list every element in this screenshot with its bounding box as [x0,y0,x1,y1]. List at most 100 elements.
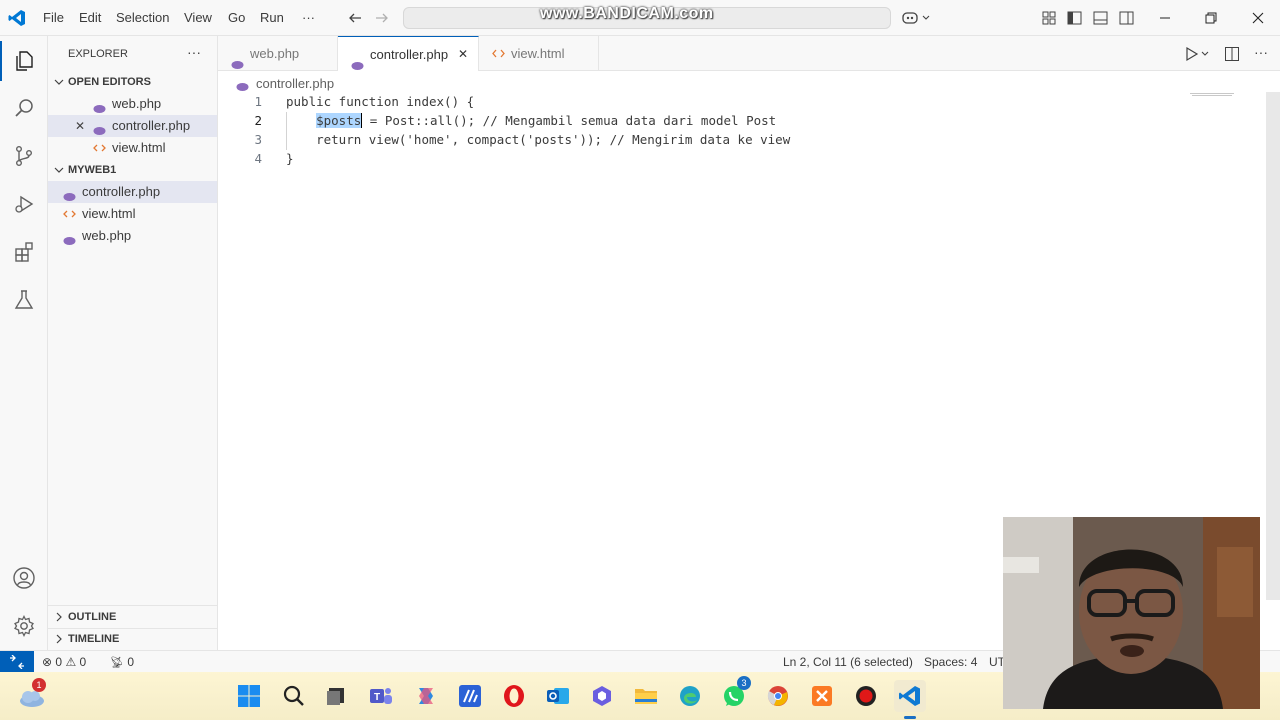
open-editor-view-html[interactable]: view.html [48,137,217,159]
outlook-app[interactable] [542,680,574,712]
testing-icon[interactable] [0,280,48,320]
menu-more[interactable]: ··· [302,0,315,36]
tab-controller-php[interactable]: controller.php ✕ [338,36,479,71]
back-arrow-icon[interactable] [347,10,363,29]
m365-icon [593,686,611,706]
outline-section[interactable]: OUTLINE [48,606,217,628]
explorer-icon[interactable] [0,41,48,81]
search-icon [283,685,304,706]
chrome-app[interactable] [762,680,794,712]
start-button[interactable] [233,680,265,712]
file-web-php[interactable]: web.php [48,225,217,247]
code-line: $posts = Post::all(); // Mengambil semua… [316,113,777,128]
tab-web-php[interactable]: web.php [218,36,338,71]
folder-icon [635,689,657,704]
copilot-app-icon [419,688,433,704]
title-bar: File Edit Selection View Go Run ··· www.… [0,0,1280,36]
open-editor-controller-php[interactable]: ✕ controller.php [48,115,217,137]
more-actions-icon[interactable]: ··· [1254,44,1268,60]
source-control-icon[interactable] [0,136,48,176]
open-editor-web-php[interactable]: web.php [48,93,217,115]
file-view-html[interactable]: view.html [48,203,217,225]
toggle-secondary-sidebar-icon[interactable] [1119,11,1134,28]
edge-app[interactable] [674,680,706,712]
split-editor-icon[interactable] [1224,46,1240,65]
explorer-sidebar: EXPLORER ··· OPEN EDITORS web.php ✕ cont… [48,36,218,650]
toggle-panel-icon[interactable] [1093,11,1108,28]
explorer-more-actions[interactable]: ··· [187,44,201,60]
taskbar-search-button[interactable] [278,680,310,712]
close-tab-icon[interactable]: ✕ [458,37,468,72]
line-number: 4 [254,151,262,166]
vscode-taskbar-icon [899,686,920,706]
error-icon: ⊗ [42,655,53,669]
recording-watermark: www.BANDICAM.com [540,5,714,22]
toggle-primary-sidebar-icon[interactable] [1067,11,1082,28]
close-editor-icon[interactable]: ✕ [75,115,85,137]
webcam-person-image [1003,517,1260,709]
search-icon[interactable] [0,88,48,128]
record-icon [856,686,876,706]
line-number: 1 [254,94,262,109]
run-file-icon[interactable] [1184,46,1210,65]
whatsapp-app[interactable]: 3 [718,676,751,712]
weather-widget[interactable]: 1 [16,678,48,712]
xampp-app[interactable] [806,680,838,712]
chrome-icon [767,686,788,706]
timeline-section[interactable]: TIMELINE [48,628,217,650]
problems-indicator[interactable]: ⊗ 0 ⚠ 0 [42,651,86,673]
vscode-app[interactable] [894,680,926,719]
remote-indicator[interactable] [0,651,34,672]
notification-badge: 3 [737,676,751,690]
copilot-icon[interactable] [902,10,930,29]
php-file-icon [63,231,76,253]
ports-indicator[interactable]: 📡︎ 0 [110,651,134,674]
task-view-icon [327,688,344,705]
dev-app-icon [459,685,481,707]
remote-icon [10,654,24,669]
vertical-scrollbar[interactable] [1266,92,1280,600]
windows-logo-icon [238,685,260,707]
task-view-button[interactable] [320,680,352,712]
menu-view[interactable]: View [184,0,212,36]
m365-app[interactable] [586,680,618,712]
vscode-insiders-app[interactable] [454,680,486,712]
cursor-position[interactable]: Ln 2, Col 11 (6 selected) [783,651,913,673]
notification-badge: 1 [32,678,46,692]
folder-myweb1-section[interactable]: MYWEB1 [48,159,217,181]
antenna-icon: 📡︎ [110,657,124,669]
file-controller-php[interactable]: controller.php [48,181,217,203]
editor-tab-bar: web.php controller.php ✕ view.html ··· [218,36,1280,71]
menu-run[interactable]: Run [260,0,284,36]
menu-edit[interactable]: Edit [79,0,101,36]
manage-gear-icon[interactable] [0,606,48,646]
teams-app[interactable]: T [365,680,397,712]
run-debug-icon[interactable] [0,184,48,224]
menu-file[interactable]: File [43,0,64,36]
file-explorer-app[interactable] [630,680,662,712]
edge-icon [680,686,700,706]
menu-selection[interactable]: Selection [116,0,169,36]
indentation-setting[interactable]: Spaces: 4 [924,651,977,673]
bandicam-app[interactable] [850,680,882,712]
extensions-icon[interactable] [0,232,48,272]
warning-icon: ⚠ [65,655,77,669]
activity-bar [0,36,48,650]
tab-view-html[interactable]: view.html [479,36,599,71]
close-window-icon[interactable] [1251,11,1265,28]
open-editors-section[interactable]: OPEN EDITORS [48,71,217,93]
copilot-app[interactable] [410,680,442,712]
forward-arrow-icon[interactable] [374,10,390,29]
vscode-logo-icon [8,9,26,27]
minimap[interactable] [1188,91,1238,99]
customize-layout-icon[interactable] [1042,11,1056,28]
line-number: 3 [254,132,262,147]
opera-app[interactable] [498,680,530,712]
active-app-indicator [904,716,916,719]
accounts-icon[interactable] [0,558,48,598]
restore-icon[interactable] [1204,11,1218,28]
menu-go[interactable]: Go [228,0,245,36]
minimize-icon[interactable] [1158,11,1172,28]
teams-icon: T [370,688,392,704]
outlook-icon [547,688,569,704]
